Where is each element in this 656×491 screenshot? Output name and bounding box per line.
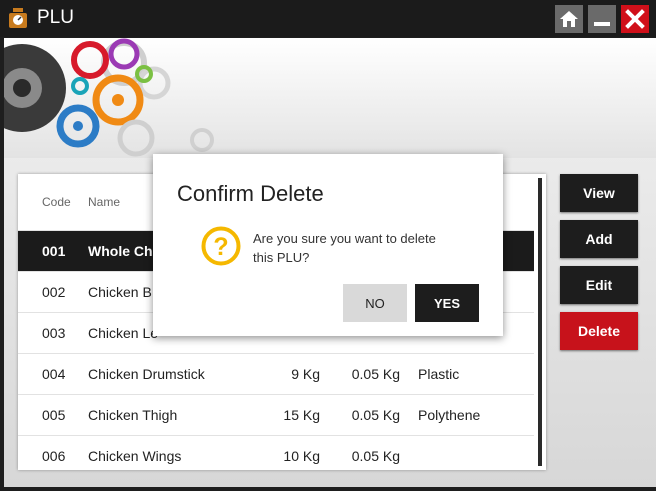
no-button[interactable]: NO [343,284,407,322]
close-icon [625,9,645,29]
cell-packing: Polythene [418,407,481,423]
cell-tare: 0.05 Kg [351,366,400,382]
home-button[interactable] [555,5,583,33]
cell-name: Chicken B [88,284,152,300]
gears-illustration-icon [4,38,214,157]
cell-weight: 10 Kg [283,448,320,464]
cell-code: 006 [42,448,66,464]
add-button[interactable]: Add [560,220,638,258]
cell-code: 005 [42,407,66,423]
window-title: PLU [37,7,74,28]
dialog-message: Are you sure you want to delete this PLU… [253,231,436,265]
plu-window: PLU Code Name 001 Whole Chi 002 Chicken … [0,0,656,491]
header-banner [4,38,656,158]
cell-code: 002 [42,284,66,300]
cell-tare: 0.05 Kg [351,448,400,464]
table-row[interactable]: 004 Chicken Drumstick 9 Kg 0.05 Kg Plast… [18,353,534,394]
cell-code: 003 [42,325,66,341]
table-scrollbar[interactable] [538,178,542,466]
column-header-name[interactable]: Name [88,195,120,209]
edit-button[interactable]: Edit [560,266,638,304]
dialog-title: Confirm Delete [177,181,324,206]
minimize-icon [594,22,610,26]
cell-code: 001 [42,243,66,259]
table-row[interactable]: 005 Chicken Thigh 15 Kg 0.05 Kg Polythen… [18,394,534,435]
title-bar: PLU [0,0,656,37]
minimize-button[interactable] [588,5,616,33]
home-icon [560,11,578,27]
view-button[interactable]: View [560,174,638,212]
delete-button[interactable]: Delete [560,312,638,350]
cell-name: Whole Chi [88,243,157,259]
yes-button[interactable]: YES [415,284,479,322]
cell-code: 004 [42,366,66,382]
column-header-code[interactable]: Code [42,195,71,209]
cell-name: Chicken Wings [88,448,182,464]
confirm-delete-dialog: Confirm Delete ? Are you sure you want t… [153,154,503,336]
cell-weight: 9 Kg [291,366,320,382]
question-icon: ? [201,226,241,266]
cell-name: Chicken Drumstick [88,366,205,382]
cell-name: Chicken Le [88,325,159,341]
cell-name: Chicken Thigh [88,407,178,423]
cell-tare: 0.05 Kg [351,407,400,423]
svg-text:?: ? [213,233,228,261]
table-row[interactable]: 006 Chicken Wings 10 Kg 0.05 Kg [18,435,534,470]
scale-icon [9,8,27,28]
cell-weight: 15 Kg [283,407,320,423]
cell-packing: Plastic [418,366,460,382]
close-button[interactable] [621,5,649,33]
